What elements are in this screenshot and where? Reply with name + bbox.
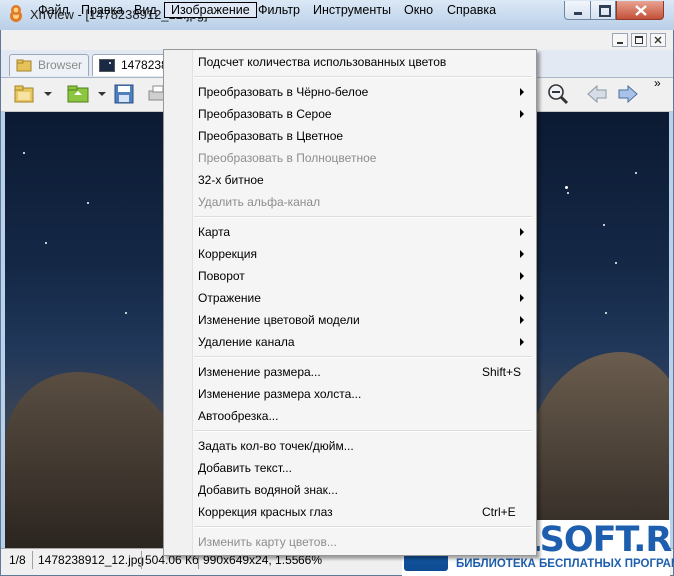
menu-item-add-text[interactable]: Добавить текст... bbox=[198, 458, 292, 478]
status-filename: 1478238912_12.jpg bbox=[38, 553, 145, 567]
menu-item-map[interactable]: Карта bbox=[198, 222, 230, 242]
menu-separator bbox=[194, 76, 532, 78]
menu-item-mirror[interactable]: Отражение bbox=[198, 288, 261, 308]
menu-item-rotate[interactable]: Поворот bbox=[198, 266, 245, 286]
open-dropdown-arrow-icon[interactable] bbox=[98, 92, 106, 96]
tab-browser[interactable]: Browser bbox=[9, 54, 89, 76]
maximize-button[interactable] bbox=[590, 1, 616, 20]
photo-rock-left bbox=[5, 372, 185, 548]
menu-item-32bit[interactable]: 32-х битное bbox=[198, 170, 264, 190]
menu-item-add-watermark[interactable]: Добавить водяной знак... bbox=[198, 480, 338, 500]
browse-dropdown-arrow-icon[interactable] bbox=[44, 92, 52, 96]
menu-image[interactable]: Изображение bbox=[164, 2, 257, 18]
close-button[interactable] bbox=[616, 1, 664, 20]
menu-item-canvas-size[interactable]: Изменение размера холста... bbox=[198, 384, 361, 404]
menu-item-correction[interactable]: Коррекция bbox=[198, 244, 257, 264]
toolbar-overflow-button[interactable]: » bbox=[654, 76, 661, 90]
mdi-restore-button[interactable] bbox=[631, 33, 647, 47]
menu-item-remove-alpha: Удалить альфа-канал bbox=[198, 195, 321, 209]
image-thumbnail-icon bbox=[99, 59, 115, 72]
menu-separator bbox=[194, 356, 532, 358]
menu-separator bbox=[194, 526, 532, 528]
next-image-icon[interactable] bbox=[616, 82, 640, 106]
document-window-icon[interactable] bbox=[8, 3, 24, 17]
save-icon[interactable] bbox=[112, 82, 136, 106]
menu-filter[interactable]: Фильтр bbox=[252, 2, 306, 18]
status-separator bbox=[141, 551, 142, 569]
submenu-arrow-icon bbox=[520, 250, 524, 258]
menu-item-resize[interactable]: Изменение размера... bbox=[198, 362, 321, 382]
watermark-subtitle: БИБЛИОТЕКА БЕСПЛАТНЫХ ПРОГРАММ bbox=[456, 558, 674, 570]
menu-item-color-model[interactable]: Изменение цветовой модели bbox=[198, 310, 360, 330]
folder-icon bbox=[16, 59, 32, 72]
menu-item-remove-channel[interactable]: Удаление канала bbox=[198, 332, 295, 352]
photo-rock-right bbox=[525, 352, 669, 548]
status-separator bbox=[32, 551, 33, 569]
menu-edit[interactable]: Правка bbox=[75, 2, 129, 18]
menu-bar bbox=[1, 30, 673, 50]
menu-icon-gutter bbox=[164, 50, 193, 555]
mdi-minimize-button[interactable] bbox=[612, 33, 628, 47]
previous-image-icon[interactable] bbox=[585, 82, 609, 106]
menu-item-count-colors[interactable]: Подсчет количества использованных цветов bbox=[198, 52, 446, 72]
menu-item-edit-colormap: Изменить карту цветов... bbox=[198, 535, 337, 549]
shortcut-red-eye: Ctrl+E bbox=[482, 505, 516, 519]
restore-icon bbox=[599, 5, 611, 17]
submenu-arrow-icon bbox=[520, 110, 524, 118]
browse-folders-icon[interactable] bbox=[12, 82, 36, 106]
menu-help[interactable]: Справка bbox=[441, 2, 502, 18]
status-image-position: 1/8 bbox=[9, 553, 26, 567]
menu-item-convert-bw[interactable]: Преобразовать в Чёрно-белое bbox=[198, 82, 368, 102]
submenu-arrow-icon bbox=[520, 338, 524, 346]
menu-item-set-dpi[interactable]: Задать кол-во точек/дюйм... bbox=[198, 436, 354, 456]
close-icon bbox=[654, 36, 662, 44]
tab-image[interactable]: 1478238 bbox=[92, 54, 167, 76]
menu-separator bbox=[194, 430, 532, 432]
tab-label: 1478238 bbox=[121, 58, 167, 72]
close-icon bbox=[635, 5, 647, 16]
open-folder-icon[interactable] bbox=[66, 82, 90, 106]
menu-file[interactable]: Файл bbox=[32, 2, 75, 18]
menu-separator bbox=[194, 216, 532, 218]
minimize-button[interactable] bbox=[564, 1, 591, 20]
submenu-arrow-icon bbox=[520, 272, 524, 280]
menu-item-convert-truecolor: Преобразовать в Полноцветное bbox=[198, 151, 377, 165]
minimize-icon bbox=[617, 42, 623, 44]
restore-icon bbox=[635, 36, 643, 44]
submenu-arrow-icon bbox=[520, 228, 524, 236]
menu-item-red-eye[interactable]: Коррекция красных глаз bbox=[198, 502, 333, 522]
menu-item-convert-color[interactable]: Преобразовать в Цветное bbox=[198, 126, 343, 146]
submenu-arrow-icon bbox=[520, 316, 524, 324]
tab-label: Browser bbox=[38, 58, 83, 72]
shortcut-resize: Shift+S bbox=[482, 365, 522, 379]
menu-window[interactable]: Окно bbox=[398, 2, 439, 18]
mdi-close-button[interactable] bbox=[650, 33, 666, 47]
menu-view[interactable]: Вид bbox=[128, 2, 163, 18]
menu-item-autocrop[interactable]: Автообрезка... bbox=[198, 406, 278, 426]
zoom-out-icon[interactable] bbox=[546, 82, 570, 106]
menu-item-convert-gray[interactable]: Преобразовать в Серое bbox=[198, 104, 332, 124]
submenu-arrow-icon bbox=[520, 88, 524, 96]
minimize-icon bbox=[574, 12, 582, 15]
menu-tools[interactable]: Инструменты bbox=[307, 2, 397, 18]
submenu-arrow-icon bbox=[520, 294, 524, 302]
